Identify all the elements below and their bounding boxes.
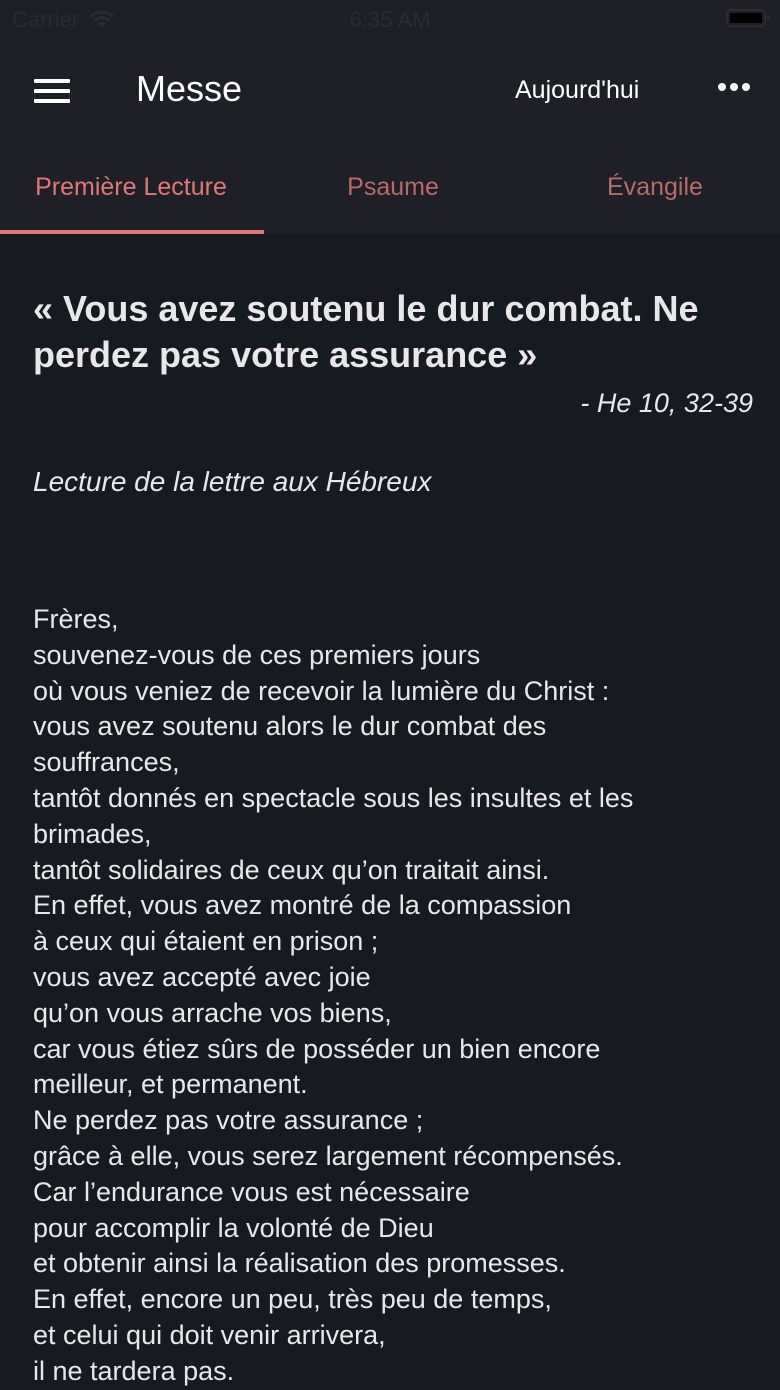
- today-button[interactable]: Aujourd'hui: [515, 76, 639, 105]
- reading-line: Ne perdez pas votre assurance ;: [33, 1105, 424, 1136]
- reading-text: Frères, souvenez-vous de ces premiers jo…: [33, 602, 763, 1390]
- tab-psaume[interactable]: Psaume: [262, 140, 524, 234]
- more-options-icon[interactable]: [718, 80, 752, 94]
- reading-line: il ne tardera pas.: [33, 1355, 235, 1386]
- hamburger-menu-icon[interactable]: [34, 77, 72, 107]
- page-title: Messe: [136, 68, 243, 109]
- reading-line: qu’on vous arrache vos biens,: [33, 997, 392, 1028]
- reading-line: souffrances,: [33, 747, 180, 778]
- reading-line: et celui qui doit venir arrivera,: [33, 1319, 386, 1350]
- reading-line: grâce à elle, vous serez largement récom…: [33, 1140, 623, 1171]
- tab-premiere-lecture[interactable]: Première Lecture: [0, 140, 262, 234]
- reading-line: En effet, encore un peu, très peu de tem…: [33, 1284, 552, 1315]
- status-bar: Carrier 6:35 AM: [0, 0, 780, 40]
- reading-line: à ceux qui étaient en prison ;: [33, 926, 379, 957]
- reading-line: tantôt donnés en spectacle sous les insu…: [33, 782, 634, 813]
- reading-line: souvenez-vous de ces premiers jours: [33, 639, 481, 670]
- reading-line: Frères,: [33, 604, 119, 634]
- reading-line: tantôt solidaires de ceux qu’on traitait…: [33, 854, 550, 885]
- status-time: 6:35 AM: [349, 7, 431, 32]
- reading-title: « Vous avez soutenu le dur combat. Ne pe…: [33, 288, 699, 375]
- reading-line: et obtenir ainsi la réalisation des prom…: [33, 1248, 566, 1279]
- reading-tabs: Première Lecture Psaume Évangile: [0, 140, 780, 234]
- reading-reference: - He 10, 32-39: [580, 388, 753, 418]
- active-tab-indicator: [0, 230, 264, 234]
- reading-line: brimades,: [33, 818, 152, 849]
- tab-evangile[interactable]: Évangile: [524, 140, 780, 234]
- navigation-bar: Messe Aujourd'hui: [0, 50, 780, 136]
- reading-line: pour accomplir la volonté de Dieu: [33, 1212, 434, 1243]
- reading-line: car vous étiez sûrs de posséder un bien …: [33, 1033, 601, 1064]
- reading-line: Car l’endurance vous est nécessaire: [33, 1176, 470, 1207]
- battery-icon: [726, 9, 770, 27]
- reading-line: En effet, vous avez montré de la compass…: [33, 890, 572, 921]
- reading-line: où vous veniez de recevoir la lumière du…: [33, 675, 610, 706]
- reading-intro: Lecture de la lettre aux Hébreux: [33, 466, 432, 497]
- reading-line: vous avez accepté avec joie: [33, 961, 371, 992]
- reading-line: meilleur, et permanent.: [33, 1069, 308, 1100]
- reading-line: vous avez soutenu alors le dur combat de…: [33, 711, 547, 742]
- app-header: Carrier 6:35 AM Messe Aujourd'hui Premiè…: [0, 0, 780, 234]
